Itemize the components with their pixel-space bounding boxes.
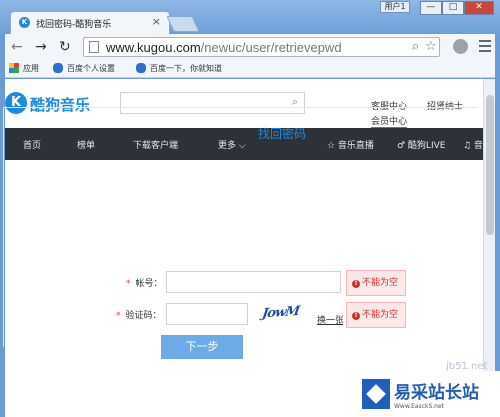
maximize-button[interactable]: □: [442, 1, 464, 15]
watermark-name: 易采站长站: [394, 383, 479, 403]
captcha-label-text: 验证码：: [125, 311, 162, 321]
captcha-image[interactable]: JowM: [260, 303, 307, 326]
bookmark-apps-label: 应用: [23, 64, 39, 73]
bookmark-star-icon[interactable]: ☆: [425, 39, 437, 54]
browser-window: K 找回密码-酷狗音乐 × 用户1 — □ ✕ ← → ↻ www.kugou.…: [0, 0, 500, 417]
apps-icon: [9, 63, 19, 73]
account-error-text: 不能为空: [362, 278, 399, 288]
minimize-button[interactable]: —: [420, 1, 442, 15]
address-bar[interactable]: www.kugou.com/newuc/user/retrievepwd ⌕ ☆: [83, 37, 440, 57]
tab-retrieve-password[interactable]: K 找回密码-酷狗音乐 ×: [10, 11, 170, 34]
url-path: /newuc/user/retrievepwd: [200, 40, 342, 55]
required-mark: *: [116, 311, 121, 321]
bookmark-baidu-search-label: 百度一下，你就知道: [150, 64, 222, 73]
menu-icon[interactable]: [479, 40, 491, 52]
url-host: www.kugou.com: [106, 40, 201, 55]
browser-toolbar: ← → ↻ www.kugou.com/newuc/user/retrievep…: [5, 34, 495, 60]
captcha-label: * 验证码：: [116, 308, 162, 321]
error-icon: !: [352, 280, 360, 288]
next-step-button[interactable]: 下一步: [161, 335, 243, 359]
title-bar: K 找回密码-酷狗音乐 × 用户1 — □ ✕: [0, 0, 500, 34]
new-tab-button[interactable]: [166, 16, 200, 32]
bookmarks-bar: 应用 百度个人设置 百度一下，你就知道: [5, 60, 495, 78]
watermark-logo-icon: [362, 379, 390, 409]
account-label: * 帐号：: [126, 276, 163, 289]
baidu-paw-icon: [53, 63, 63, 73]
refresh-captcha-link[interactable]: 换一张: [317, 313, 343, 326]
page-title: 找回密码: [258, 127, 307, 141]
account-label-text: 帐号：: [135, 279, 163, 289]
extension-globe-icon[interactable]: [453, 39, 468, 54]
bookmark-baidu-search[interactable]: 百度一下，你就知道: [136, 63, 222, 74]
watermark-subtitle: Www.EasckS.net: [394, 403, 445, 410]
scrollbar-thumb[interactable]: [486, 95, 494, 235]
tab-title: 找回密码-酷狗音乐: [36, 20, 112, 30]
captcha-error: ! 不能为空: [346, 302, 406, 328]
error-icon: !: [352, 312, 360, 320]
forward-arrow-icon[interactable]: →: [35, 39, 47, 55]
captcha-error-text: 不能为空: [362, 310, 399, 320]
account-input[interactable]: [166, 271, 341, 293]
tab-close-icon[interactable]: ×: [152, 15, 161, 28]
reload-icon[interactable]: ↻: [59, 39, 71, 55]
zoom-icon[interactable]: ⌕: [412, 39, 419, 54]
kugou-favicon-icon: K: [19, 17, 30, 28]
back-arrow-icon[interactable]: ←: [11, 39, 23, 55]
close-window-button[interactable]: ✕: [464, 1, 494, 15]
user-profile-badge[interactable]: 用户1: [380, 1, 410, 13]
required-mark: *: [126, 279, 131, 289]
bookmark-baidu-settings[interactable]: 百度个人设置: [53, 63, 115, 74]
account-error: ! 不能为空: [346, 270, 406, 296]
captcha-input[interactable]: [166, 303, 248, 325]
baidu-paw-icon: [136, 63, 146, 73]
watermark-faded-text: jb51.net: [446, 361, 488, 372]
url-text: www.kugou.com/newuc/user/retrievepwd: [106, 40, 342, 55]
page-icon: [89, 41, 99, 53]
watermark: jb51.net 易采站长站 Www.EasckS.net: [356, 361, 500, 417]
bookmark-baidu-settings-label: 百度个人设置: [67, 64, 115, 73]
bookmark-apps[interactable]: 应用: [9, 63, 39, 74]
